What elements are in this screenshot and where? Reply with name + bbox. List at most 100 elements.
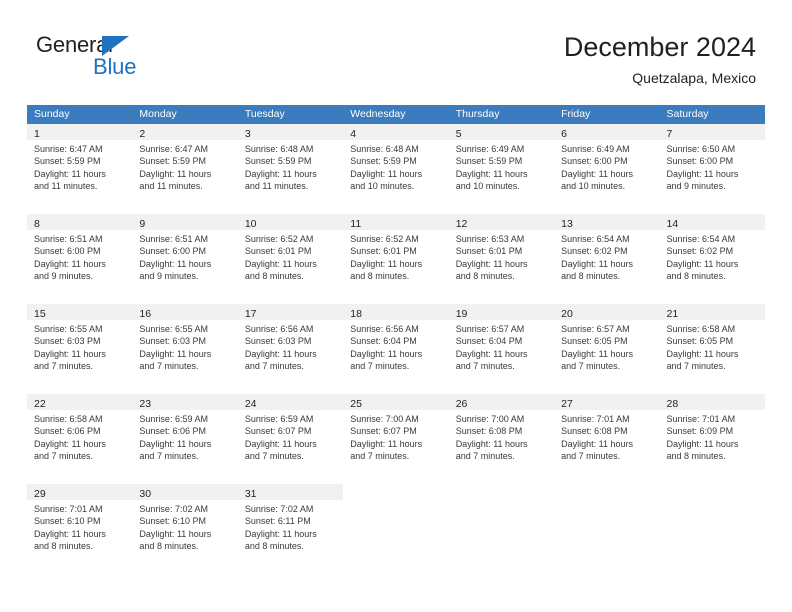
daylight-text-line2: and 8 minutes. xyxy=(139,541,199,552)
daylight-text-line2: and 10 minutes. xyxy=(561,181,626,192)
sunrise-text: Sunrise: 6:51 AM xyxy=(34,234,103,244)
day-number: 26 xyxy=(455,398,468,410)
calendar-day-cell[interactable]: 3 Sunrise: 6:48 AM Sunset: 5:59 PM Daylight… xyxy=(237,124,344,214)
calendar-day-cell[interactable]: 5 Sunrise: 6:49 AM Sunset: 5:59 PM Daylight… xyxy=(448,124,555,214)
day-info: Sunrise: 6:54 AM Sunset: 6:02 PM Daylight:… xyxy=(554,230,659,283)
daylight-text-line1: Daylight: 11 hours xyxy=(244,528,317,539)
daylight-text-line1: Daylight: 11 hours xyxy=(139,528,212,539)
daylight-text-line1: Daylight: 11 hours xyxy=(34,528,106,539)
calendar-empty-cell xyxy=(448,484,555,574)
day-info: Sunrise: 6:48 AM Sunset: 5:59 PM Daylight:… xyxy=(238,140,343,193)
daylight-text-line2: and 7 minutes. xyxy=(561,361,621,372)
calendar-day-cell[interactable]: 16 Sunrise: 6:55 AM Sunset: 6:03 PM Dayligh… xyxy=(132,304,238,394)
daylight-text-line2: and 9 minutes. xyxy=(139,271,199,282)
sunset-text: Sunset: 6:00 PM xyxy=(561,156,628,167)
calendar-day-cell[interactable]: 20 Sunrise: 6:57 AM Sunset: 6:05 PM Dayligh… xyxy=(554,304,660,394)
calendar-day-cell[interactable]: 31 Sunrise: 7:02 AM Sunset: 6:11 PM Dayligh… xyxy=(237,484,344,574)
sunset-text: Sunset: 6:11 PM xyxy=(244,516,311,527)
calendar-day-cell[interactable]: 21 Sunrise: 6:58 AM Sunset: 6:05 PM Dayligh… xyxy=(659,304,765,394)
general-blue-logo[interactable]: General Blue xyxy=(36,33,196,85)
daylight-text-line2: and 7 minutes. xyxy=(455,361,515,372)
calendar-day-cell[interactable]: 23 Sunrise: 6:59 AM Sunset: 6:06 PM Dayligh… xyxy=(132,394,238,484)
sunset-text: Sunset: 6:00 PM xyxy=(139,246,206,257)
calendar-day-cell[interactable]: 2 Sunrise: 6:47 AM Sunset: 5:59 PM Daylight… xyxy=(132,124,238,214)
calendar-day-cell[interactable]: 22 Sunrise: 6:58 AM Sunset: 6:06 PM Dayligh… xyxy=(27,394,133,484)
daylight-text-line2: and 10 minutes. xyxy=(455,181,520,192)
calendar-week-row: 22 Sunrise: 6:58 AM Sunset: 6:06 PM Dayligh… xyxy=(27,394,765,484)
sunset-text: Sunset: 6:06 PM xyxy=(139,426,206,437)
calendar-day-cell[interactable]: 13 Sunrise: 6:54 AM Sunset: 6:02 PM Dayligh… xyxy=(554,214,660,304)
daylight-text-line1: Daylight: 11 hours xyxy=(34,438,106,449)
day-info: Sunrise: 7:01 AM Sunset: 6:08 PM Daylight:… xyxy=(554,410,659,463)
day-number: 17 xyxy=(244,308,257,320)
page-header: General Blue December 2024 Quetzalapa, M… xyxy=(0,0,792,100)
daylight-text-line2: and 11 minutes. xyxy=(244,181,309,192)
daylight-text-line2: and 8 minutes. xyxy=(666,271,726,282)
day-number: 10 xyxy=(244,218,257,230)
calendar-day-cell[interactable]: 29 Sunrise: 7:01 AM Sunset: 6:10 PM Dayligh… xyxy=(27,484,133,574)
calendar-day-cell[interactable]: 4 Sunrise: 6:48 AM Sunset: 5:59 PM Daylight… xyxy=(343,124,449,214)
calendar-day-cell[interactable]: 12 Sunrise: 6:53 AM Sunset: 6:01 PM Dayligh… xyxy=(448,214,555,304)
calendar-week-row: 8 Sunrise: 6:51 AM Sunset: 6:00 PM Daylight… xyxy=(27,214,765,304)
calendar-weeks: 1 Sunrise: 6:47 AM Sunset: 5:59 PM Daylight… xyxy=(27,124,765,574)
calendar-day-cell[interactable]: 25 Sunrise: 7:00 AM Sunset: 6:07 PM Dayligh… xyxy=(343,394,449,484)
logo-text-blue: Blue xyxy=(93,54,137,79)
day-info: Sunrise: 6:49 AM Sunset: 6:00 PM Daylight:… xyxy=(554,140,659,193)
day-number-band: 23 xyxy=(132,394,238,410)
calendar-day-cell[interactable]: 18 Sunrise: 6:56 AM Sunset: 6:04 PM Dayligh… xyxy=(343,304,449,394)
day-number-band: 3 xyxy=(237,124,344,140)
calendar-day-cell[interactable]: 17 Sunrise: 6:56 AM Sunset: 6:03 PM Dayligh… xyxy=(237,304,344,394)
daylight-text-line1: Daylight: 11 hours xyxy=(561,258,633,269)
sunrise-text: Sunrise: 6:57 AM xyxy=(561,324,630,334)
sunrise-text: Sunrise: 6:48 AM xyxy=(350,144,419,154)
sunrise-text: Sunrise: 6:49 AM xyxy=(455,144,525,154)
calendar-day-cell[interactable]: 1 Sunrise: 6:47 AM Sunset: 5:59 PM Daylight… xyxy=(27,124,133,214)
day-number-band: 8 xyxy=(27,214,133,230)
sunset-text: Sunset: 6:08 PM xyxy=(455,426,523,437)
calendar-day-cell[interactable]: 6 Sunrise: 6:49 AM Sunset: 6:00 PM Daylight… xyxy=(554,124,660,214)
calendar-day-cell[interactable]: 26 Sunrise: 7:00 AM Sunset: 6:08 PM Dayligh… xyxy=(448,394,555,484)
daylight-text-line1: Daylight: 11 hours xyxy=(666,168,739,179)
calendar-day-cell[interactable]: 7 Sunrise: 6:50 AM Sunset: 6:00 PM Daylight… xyxy=(659,124,765,214)
day-number-band: 14 xyxy=(659,214,765,230)
daylight-text-line1: Daylight: 11 hours xyxy=(561,438,633,449)
day-info: Sunrise: 6:59 AM Sunset: 6:07 PM Daylight:… xyxy=(238,410,343,463)
day-number: 14 xyxy=(666,218,679,230)
day-number: 23 xyxy=(139,398,152,410)
calendar-day-cell[interactable]: 27 Sunrise: 7:01 AM Sunset: 6:08 PM Dayligh… xyxy=(554,394,660,484)
sunrise-text: Sunrise: 7:01 AM xyxy=(666,414,736,424)
calendar-day-cell[interactable]: 11 Sunrise: 6:52 AM Sunset: 6:01 PM Dayligh… xyxy=(343,214,449,304)
day-info: Sunrise: 6:58 AM Sunset: 6:06 PM Daylight:… xyxy=(27,410,132,463)
day-number: 7 xyxy=(666,128,673,140)
daylight-text-line2: and 7 minutes. xyxy=(139,361,199,372)
daylight-text-line1: Daylight: 11 hours xyxy=(561,348,633,359)
calendar-day-cell[interactable]: 8 Sunrise: 6:51 AM Sunset: 6:00 PM Daylight… xyxy=(27,214,133,304)
sunrise-text: Sunrise: 6:59 AM xyxy=(244,414,314,424)
day-info: Sunrise: 6:47 AM Sunset: 5:59 PM Daylight:… xyxy=(27,140,132,193)
calendar-day-cell[interactable]: 24 Sunrise: 6:59 AM Sunset: 6:07 PM Dayligh… xyxy=(237,394,344,484)
daylight-text-line1: Daylight: 11 hours xyxy=(561,168,633,179)
daylight-text-line1: Daylight: 11 hours xyxy=(34,348,106,359)
weekday-header-row: Sunday Monday Tuesday Wednesday Thursday Frid… xyxy=(27,105,765,124)
calendar-day-cell[interactable]: 14 Sunrise: 6:54 AM Sunset: 6:02 PM Dayligh… xyxy=(659,214,765,304)
sunrise-text: Sunrise: 6:47 AM xyxy=(34,144,103,154)
calendar-day-cell[interactable]: 10 Sunrise: 6:52 AM Sunset: 6:01 PM Dayligh… xyxy=(237,214,344,304)
sunset-text: Sunset: 6:00 PM xyxy=(34,246,101,257)
daylight-text-line2: and 7 minutes. xyxy=(244,451,304,462)
calendar-day-cell[interactable]: 30 Sunrise: 7:02 AM Sunset: 6:10 PM Dayligh… xyxy=(132,484,238,574)
day-info: Sunrise: 6:48 AM Sunset: 5:59 PM Daylight:… xyxy=(343,140,448,193)
calendar-day-cell[interactable]: 9 Sunrise: 6:51 AM Sunset: 6:00 PM Daylight… xyxy=(132,214,238,304)
calendar-day-cell[interactable]: 19 Sunrise: 6:57 AM Sunset: 6:04 PM Dayligh… xyxy=(448,304,555,394)
calendar-day-cell[interactable]: 28 Sunrise: 7:01 AM Sunset: 6:09 PM Dayligh… xyxy=(659,394,765,484)
sunrise-text: Sunrise: 6:58 AM xyxy=(666,324,736,334)
day-info: Sunrise: 6:51 AM Sunset: 6:00 PM Daylight:… xyxy=(132,230,237,283)
day-info: Sunrise: 7:01 AM Sunset: 6:10 PM Daylight:… xyxy=(27,500,132,553)
sunrise-text: Sunrise: 6:59 AM xyxy=(139,414,208,424)
day-number-band: 20 xyxy=(554,304,660,320)
daylight-text-line1: Daylight: 11 hours xyxy=(350,168,423,179)
day-number: 8 xyxy=(34,218,40,230)
calendar-day-cell[interactable]: 15 Sunrise: 6:55 AM Sunset: 6:03 PM Dayligh… xyxy=(27,304,133,394)
day-number-band: 5 xyxy=(448,124,555,140)
sunset-text: Sunset: 5:59 PM xyxy=(34,156,101,167)
weekday-header-monday: Monday xyxy=(139,108,177,120)
